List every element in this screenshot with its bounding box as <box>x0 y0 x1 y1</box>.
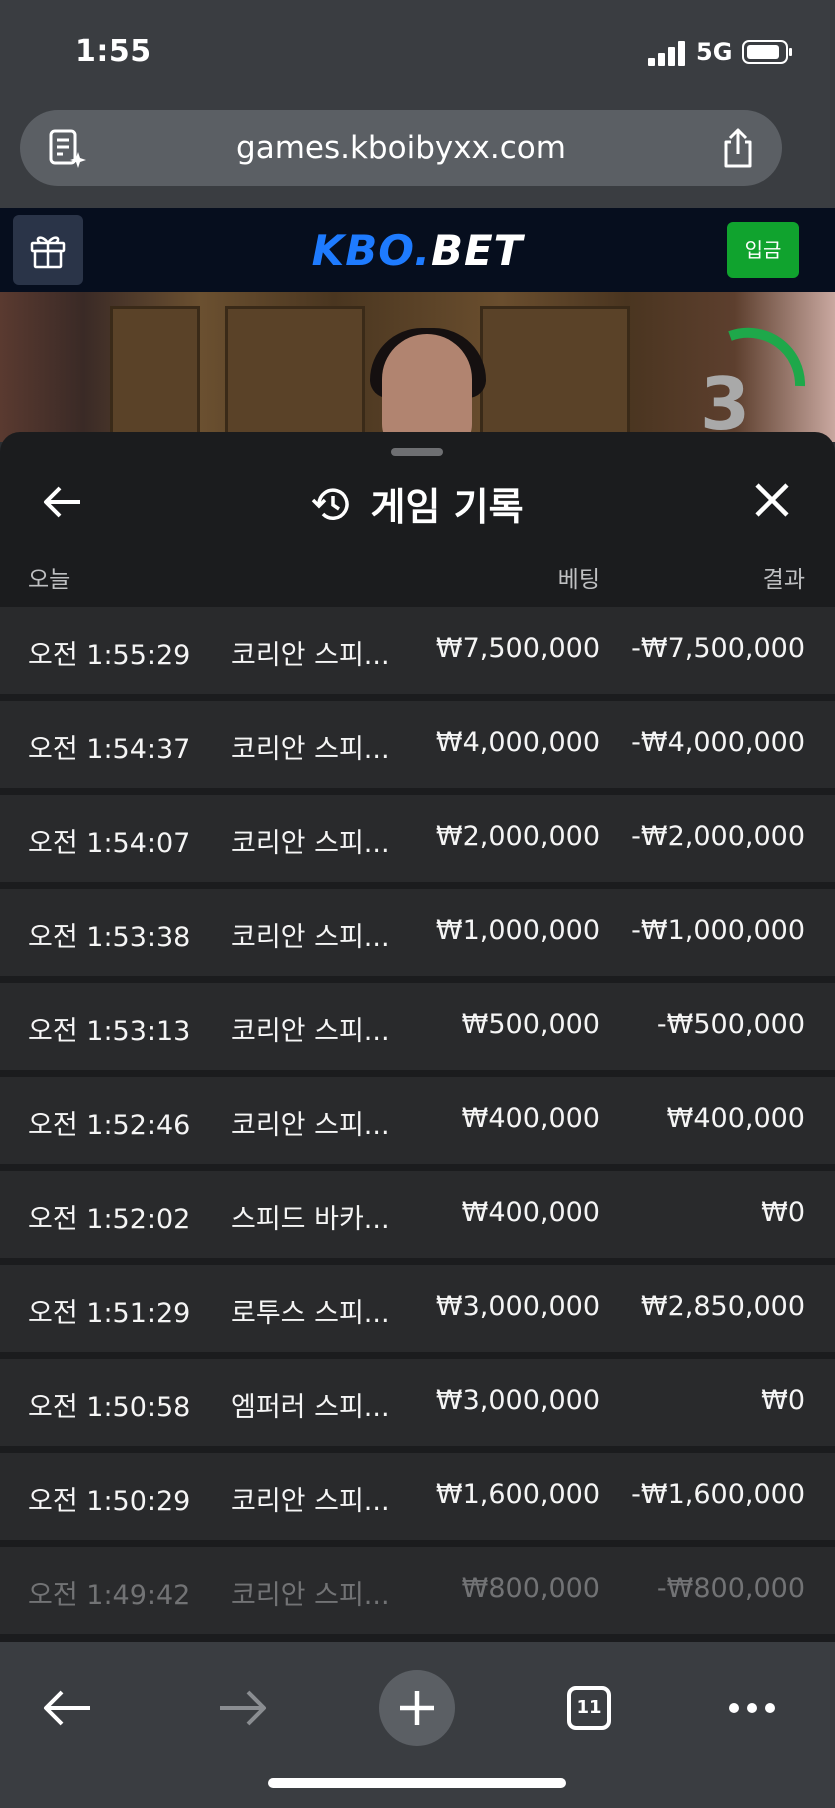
row-game: 코리안 스피... <box>231 1486 390 1517</box>
game-history-sheet: 게임 기록 오늘 베팅 결과 오전 1:55:29 코리안 스피... ₩7,5… <box>0 432 835 1642</box>
dealer-face <box>382 334 472 442</box>
row-result: ₩0 <box>761 1385 805 1416</box>
countdown-number: 3 <box>700 362 751 442</box>
row-time: 오전 1:52:02 <box>28 1204 191 1235</box>
browser-back-icon[interactable] <box>42 1686 94 1730</box>
browser-forward-icon[interactable] <box>216 1686 268 1730</box>
row-bet: ₩4,000,000 <box>435 727 600 758</box>
column-header-bet: 베팅 <box>557 567 600 593</box>
row-bet: ₩800,000 <box>461 1573 600 1604</box>
row-bet: ₩1,000,000 <box>435 915 600 946</box>
row-game: 스피드 바카... <box>231 1204 390 1235</box>
sheet-title-group: 게임 기록 <box>0 476 835 531</box>
row-game: 코리안 스피... <box>231 828 390 859</box>
video-panel <box>225 306 365 436</box>
history-row[interactable]: 오전 1:52:02 스피드 바카... ₩400,000 ₩0 <box>0 1171 835 1258</box>
close-icon[interactable] <box>752 480 792 520</box>
row-bet: ₩7,500,000 <box>435 633 600 664</box>
live-video: 3 <box>0 292 835 442</box>
history-row[interactable]: 오전 1:51:29 로투스 스피... ₩3,000,000 ₩2,850,0… <box>0 1265 835 1352</box>
history-row[interactable]: 오전 1:54:07 코리안 스피... ₩2,000,000 -₩2,000,… <box>0 795 835 882</box>
row-game: 코리안 스피... <box>231 1016 390 1047</box>
history-icon <box>312 487 350 520</box>
row-game: 코리안 스피... <box>231 922 390 953</box>
row-time: 오전 1:50:29 <box>28 1486 191 1517</box>
share-icon[interactable] <box>718 126 758 170</box>
browser-toolbar: 11 <box>0 1642 835 1808</box>
row-result: -₩1,600,000 <box>631 1479 805 1510</box>
row-bet: ₩400,000 <box>461 1197 600 1228</box>
row-result: -₩800,000 <box>656 1573 805 1604</box>
status-time: 1:55 <box>75 34 152 69</box>
row-time: 오전 1:50:58 <box>28 1392 191 1423</box>
row-game: 코리안 스피... <box>231 1580 390 1611</box>
row-result: -₩2,000,000 <box>631 821 805 852</box>
row-bet: ₩500,000 <box>461 1009 600 1040</box>
new-tab-button[interactable] <box>379 1670 455 1746</box>
site-logo[interactable]: KBO.BET <box>0 226 835 275</box>
row-result: -₩7,500,000 <box>631 633 805 664</box>
deposit-button[interactable]: 입금 <box>727 222 799 278</box>
video-panel <box>110 306 200 436</box>
history-row[interactable]: 오전 1:49:42 코리안 스피... ₩800,000 -₩800,000 <box>0 1547 835 1634</box>
row-result: -₩4,000,000 <box>631 727 805 758</box>
row-game: 코리안 스피... <box>231 1110 390 1141</box>
video-panel <box>480 306 630 436</box>
row-bet: ₩400,000 <box>461 1103 600 1134</box>
row-time: 오전 1:54:37 <box>28 734 191 765</box>
home-indicator[interactable] <box>268 1778 566 1788</box>
row-time: 오전 1:52:46 <box>28 1110 191 1141</box>
row-game: 로투스 스피... <box>231 1298 390 1329</box>
history-row[interactable]: 오전 1:53:13 코리안 스피... ₩500,000 -₩500,000 <box>0 983 835 1070</box>
browser-address-area: games.kboibyxx.com <box>0 108 835 208</box>
history-row[interactable]: 오전 1:54:37 코리안 스피... ₩4,000,000 -₩4,000,… <box>0 701 835 788</box>
url-text[interactable]: games.kboibyxx.com <box>20 130 782 166</box>
site-header: KBO.BET 입금 <box>0 208 835 292</box>
row-result: -₩500,000 <box>656 1009 805 1040</box>
row-time: 오전 1:51:29 <box>28 1298 191 1329</box>
sheet-drag-handle[interactable] <box>391 448 443 456</box>
tab-count-button[interactable]: 11 <box>567 1686 611 1730</box>
more-options-icon[interactable] <box>726 1682 778 1734</box>
row-time: 오전 1:49:42 <box>28 1580 191 1611</box>
sheet-title: 게임 기록 <box>370 485 524 529</box>
section-label-today: 오늘 <box>28 567 71 593</box>
cellular-signal-icon <box>648 40 686 66</box>
row-result: ₩2,850,000 <box>640 1291 805 1322</box>
row-game: 코리안 스피... <box>231 734 390 765</box>
column-header-result: 결과 <box>762 567 805 593</box>
row-result: ₩0 <box>761 1197 805 1228</box>
status-bar: 1:55 5G <box>0 0 835 108</box>
row-time: 오전 1:53:38 <box>28 922 191 953</box>
row-bet: ₩2,000,000 <box>435 821 600 852</box>
row-game: 엠퍼러 스피... <box>231 1392 390 1423</box>
row-bet: ₩3,000,000 <box>435 1291 600 1322</box>
history-row[interactable]: 오전 1:52:46 코리안 스피... ₩400,000 ₩400,000 <box>0 1077 835 1164</box>
battery-icon <box>742 40 792 64</box>
row-time: 오전 1:55:29 <box>28 640 191 671</box>
network-type: 5G <box>696 38 733 66</box>
row-result: ₩400,000 <box>666 1103 805 1134</box>
address-bar[interactable]: games.kboibyxx.com <box>20 110 782 186</box>
row-time: 오전 1:54:07 <box>28 828 191 859</box>
row-result: -₩1,000,000 <box>631 915 805 946</box>
plus-icon <box>400 1691 434 1725</box>
row-time: 오전 1:53:13 <box>28 1016 191 1047</box>
row-bet: ₩1,600,000 <box>435 1479 600 1510</box>
history-row[interactable]: 오전 1:50:58 엠퍼러 스피... ₩3,000,000 ₩0 <box>0 1359 835 1446</box>
history-row[interactable]: 오전 1:50:29 코리안 스피... ₩1,600,000 -₩1,600,… <box>0 1453 835 1540</box>
row-bet: ₩3,000,000 <box>435 1385 600 1416</box>
history-row[interactable]: 오전 1:55:29 코리안 스피... ₩7,500,000 -₩7,500,… <box>0 607 835 694</box>
row-game: 코리안 스피... <box>231 640 390 671</box>
history-row[interactable]: 오전 1:53:38 코리안 스피... ₩1,000,000 -₩1,000,… <box>0 889 835 976</box>
